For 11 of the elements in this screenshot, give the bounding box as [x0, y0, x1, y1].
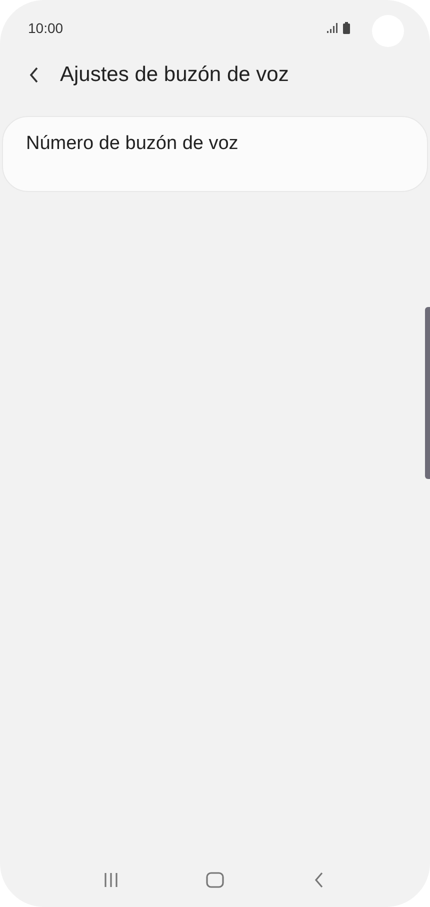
home-icon — [206, 872, 224, 888]
back-icon — [29, 67, 39, 83]
home-button[interactable] — [205, 870, 225, 890]
status-time: 10:00 — [28, 18, 64, 38]
battery-icon — [343, 22, 350, 34]
signal-icon — [327, 23, 339, 33]
nav-back-icon — [314, 872, 324, 888]
recent-apps-button[interactable] — [103, 872, 119, 888]
recent-apps-icon — [104, 873, 118, 887]
page-title: Ajustes de buzón de voz — [60, 62, 289, 88]
settings-item[interactable]: Número de buzón de voz — [2, 116, 428, 192]
